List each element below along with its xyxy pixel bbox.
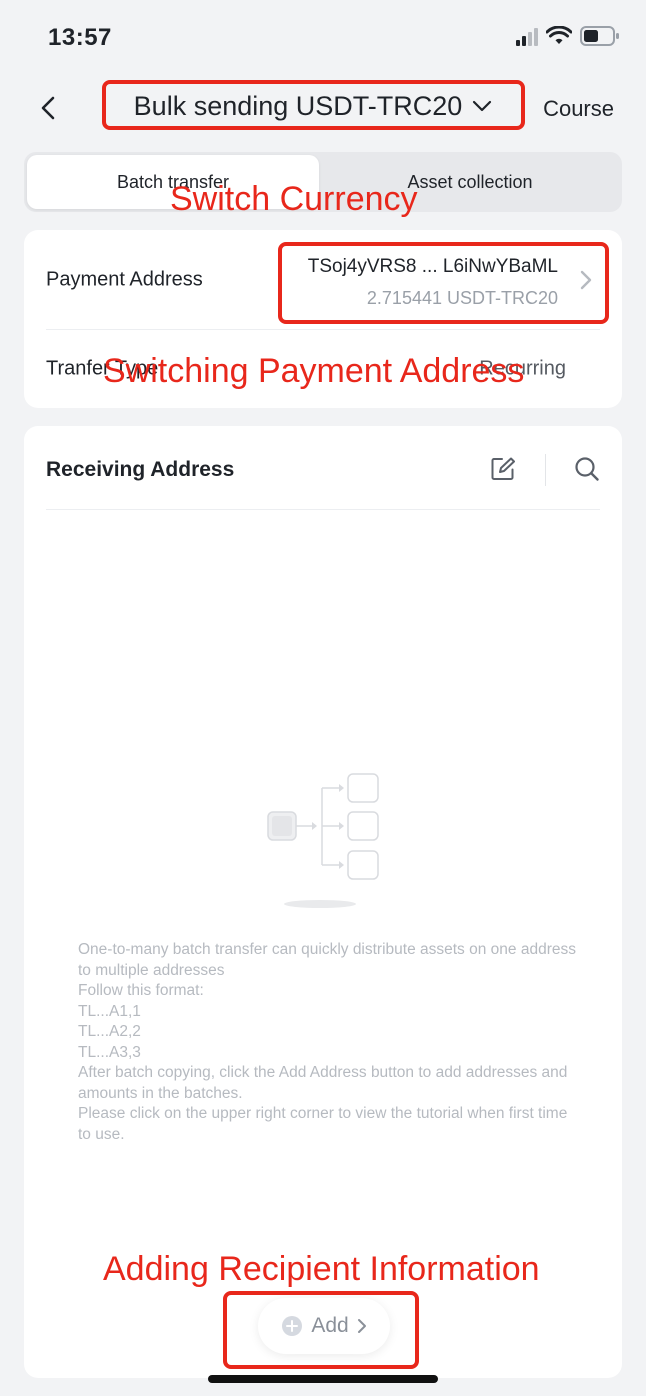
- batch-transfer-illustration-icon: [267, 773, 379, 908]
- status-icons: [516, 26, 620, 46]
- plus-circle-icon: [282, 1316, 303, 1336]
- transfer-mode-tabs: Batch transfer Asset collection: [24, 152, 622, 212]
- chevron-right-icon: [580, 270, 592, 290]
- add-button-label: Add: [311, 1314, 349, 1337]
- nav-bar: Bulk sending USDT-TRC20 Course: [0, 76, 646, 140]
- chevron-down-icon: [473, 100, 492, 112]
- course-button[interactable]: Course: [543, 96, 614, 122]
- status-time: 13:57: [48, 24, 112, 51]
- payment-address-value: TSoj4yVRS8 ... L6iNwYBaML: [307, 256, 558, 277]
- header-divider: [545, 454, 546, 486]
- add-recipient-button[interactable]: Add: [258, 1298, 390, 1354]
- payment-card: Payment Address TSoj4yVRS8 ... L6iNwYBaM…: [24, 230, 622, 408]
- signal-icon: [516, 26, 538, 46]
- search-icon[interactable]: [574, 456, 600, 482]
- edit-icon[interactable]: [490, 456, 516, 482]
- currency-selector[interactable]: Bulk sending USDT-TRC20: [104, 82, 522, 130]
- transfer-type-label: Tranfer Type: [46, 357, 159, 380]
- empty-state-instructions: One-to-many batch transfer can quickly d…: [78, 941, 576, 1143]
- battery-icon: [580, 26, 620, 46]
- transfer-type-row[interactable]: Tranfer Type Recurring: [46, 330, 600, 408]
- transfer-type-value: Recurring: [479, 357, 566, 380]
- chevron-right-icon: [357, 1319, 366, 1333]
- page-title: Bulk sending USDT-TRC20: [133, 90, 463, 121]
- tab-batch-transfer[interactable]: Batch transfer: [27, 155, 319, 209]
- home-indicator: [208, 1375, 438, 1383]
- back-button[interactable]: [34, 90, 62, 126]
- wifi-icon: [546, 26, 572, 46]
- payment-balance: 2.715441 USDT-TRC20: [366, 288, 558, 308]
- receiving-title: Receiving Address: [46, 458, 235, 481]
- status-bar: 13:57: [0, 0, 646, 76]
- chevron-left-icon: [41, 96, 55, 120]
- receiving-header: Receiving Address: [46, 426, 600, 510]
- tab-asset-collection[interactable]: Asset collection: [322, 155, 618, 209]
- payment-address-label: Payment Address: [46, 268, 203, 290]
- receiving-card: Receiving Address One-to-many batch tran…: [24, 426, 622, 1378]
- payment-address-row[interactable]: Payment Address TSoj4yVRS8 ... L6iNwYBaM…: [46, 230, 600, 330]
